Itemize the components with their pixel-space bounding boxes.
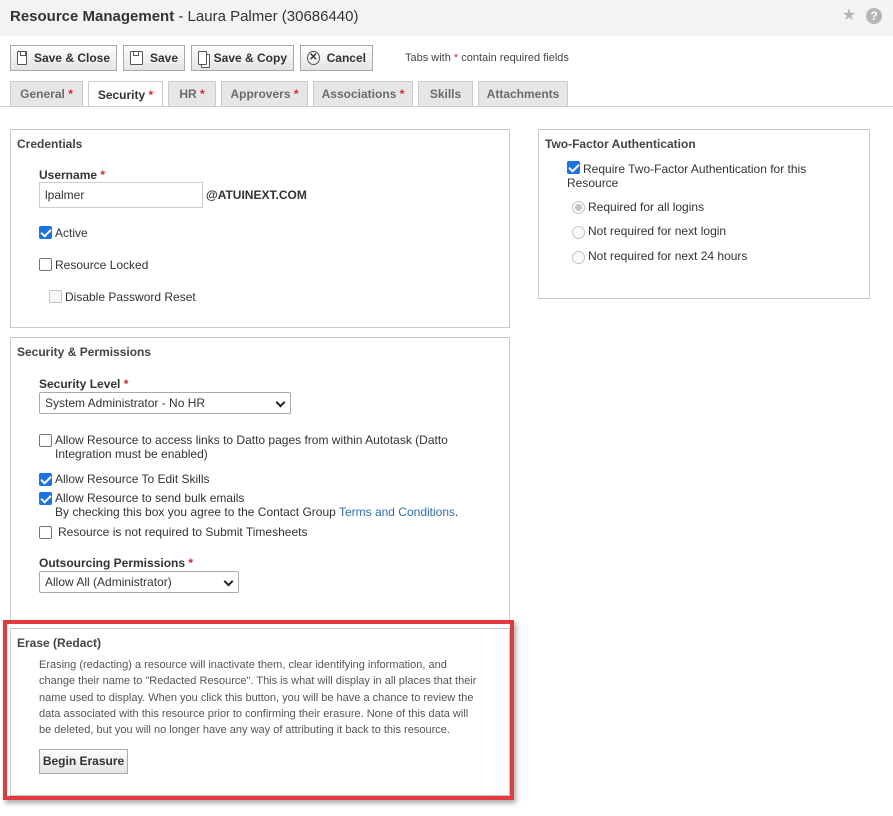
disable-password-reset-checkbox[interactable] <box>49 290 62 303</box>
required-fields-note: Tabs with * contain required fields <box>405 52 569 64</box>
erase-highlight-box <box>3 620 514 800</box>
tab-divider <box>0 106 893 107</box>
username-label: Username * <box>39 168 106 182</box>
radio-label-not-required-next-login: Not required for next login <box>588 224 727 238</box>
tab-general[interactable]: General * <box>10 81 83 106</box>
resource-locked-checkbox[interactable] <box>39 258 52 271</box>
username-domain: @ATUINEXT.COM <box>206 188 307 202</box>
edit-skills-label: Allow Resource To Edit Skills <box>55 472 210 486</box>
two-factor-heading: Two-Factor Authentication <box>545 137 696 151</box>
resource-locked-label: Resource Locked <box>55 258 149 272</box>
security-level-select[interactable]: System Administrator - No HR <box>39 392 291 414</box>
tab-associations[interactable]: Associations * <box>313 81 413 106</box>
tab-security[interactable]: Security * <box>88 81 163 107</box>
require-two-factor-label: Require Two-Factor Authentication for th… <box>567 162 807 190</box>
terms-link[interactable]: Terms and Conditions <box>339 505 455 519</box>
active-label: Active <box>55 226 88 240</box>
disable-password-reset-label: Disable Password Reset <box>65 290 196 304</box>
outsourcing-select[interactable]: Allow All (Administrator) <box>39 571 239 593</box>
timesheets-label: Resource is not required to Submit Times… <box>58 525 308 539</box>
radio-label-required-all-logins: Required for all logins <box>588 200 705 214</box>
radio-not-required-next-login[interactable] <box>572 226 585 239</box>
datto-links-label: Allow Resource to access links to Datto … <box>55 433 448 461</box>
help-icon[interactable]: ? <box>866 8 882 24</box>
tab-approvers[interactable]: Approvers * <box>221 81 308 106</box>
edit-skills-checkbox[interactable] <box>39 473 52 486</box>
username-input[interactable]: lpalmer <box>39 182 203 208</box>
copy-icon <box>198 51 207 65</box>
page-title: Resource Management - Laura Palmer (3068… <box>10 8 359 25</box>
tab-attachments[interactable]: Attachments <box>478 81 568 106</box>
bulk-email-label: Allow Resource to send bulk emails By che… <box>55 491 459 519</box>
tab-skills[interactable]: Skills <box>418 81 473 106</box>
security-level-label: Security Level * <box>39 377 129 391</box>
save-button[interactable]: Save <box>123 45 185 71</box>
save-close-button[interactable]: Save & Close <box>10 45 117 71</box>
radio-not-required-24-hours[interactable] <box>572 251 585 264</box>
chevron-down-icon <box>275 397 286 408</box>
active-checkbox[interactable] <box>39 226 52 239</box>
cancel-button[interactable]: ✕ Cancel <box>300 45 373 71</box>
bulk-email-checkbox[interactable] <box>39 492 52 505</box>
star-icon[interactable]: ★ <box>840 7 858 25</box>
radio-required-all-logins[interactable] <box>572 201 585 214</box>
two-factor-panel: Two-Factor Authentication <box>538 129 870 299</box>
security-permissions-heading: Security & Permissions <box>17 345 152 359</box>
timesheets-checkbox[interactable] <box>39 526 52 539</box>
datto-links-checkbox[interactable] <box>39 434 52 447</box>
save-copy-button[interactable]: Save & Copy <box>191 45 294 71</box>
radio-label-not-required-24-hours: Not required for next 24 hours <box>588 249 748 263</box>
outsourcing-label: Outsourcing Permissions * <box>39 556 194 570</box>
cancel-icon: ✕ <box>307 51 320 65</box>
save-icon <box>130 51 143 65</box>
credentials-heading: Credentials <box>17 137 83 151</box>
title-bar: Resource Management - Laura Palmer (3068… <box>0 0 893 36</box>
save-icon <box>17 51 27 65</box>
tab-hr[interactable]: HR * <box>168 81 216 106</box>
chevron-down-icon <box>223 576 234 587</box>
